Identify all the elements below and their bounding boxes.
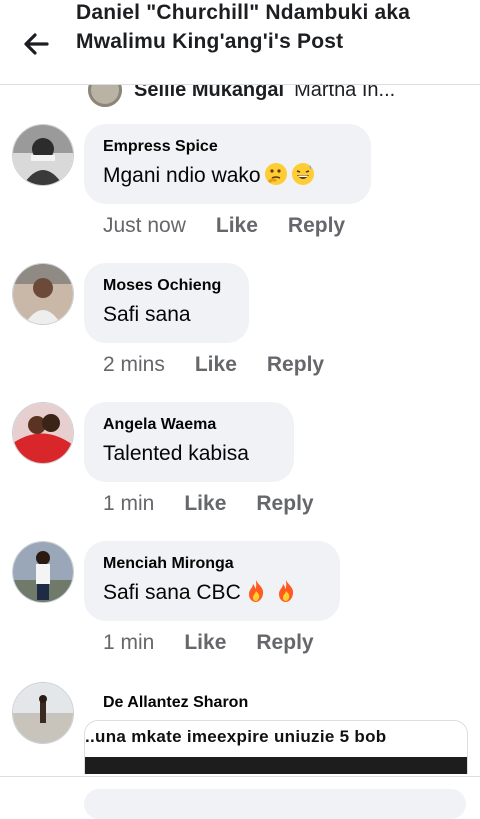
comment-author[interactable]: Angela Waema [103, 414, 274, 436]
avatar [88, 84, 122, 107]
avatar[interactable] [12, 124, 74, 186]
comment-bubble[interactable]: Menciah Mironga Safi sana CBC [84, 541, 340, 621]
reply-button[interactable]: Reply [256, 492, 313, 516]
comment-item: Angela Waema Talented kabisa 1 min Like … [0, 402, 480, 541]
image-caption: ..una mkate imeexpire uniuzie 5 bob [85, 727, 387, 746]
avatar[interactable] [12, 263, 74, 325]
reply-preview-name: Sellie Mukangai [134, 84, 285, 101]
comment-text-body: Safi sana CBC [103, 581, 241, 604]
back-arrow-icon [24, 33, 49, 55]
reply-button[interactable]: Reply [267, 353, 324, 377]
image-photo [85, 757, 467, 774]
like-button[interactable]: Like [195, 353, 237, 377]
comment-text: Talented kabisa [103, 442, 249, 465]
comment-author[interactable]: Menciah Mironga [103, 553, 320, 575]
comment-text: Safi sana CBC [103, 578, 320, 608]
like-button[interactable]: Like [184, 631, 226, 655]
comment-time[interactable]: 1 min [103, 492, 154, 516]
comment-actions: 2 mins Like Reply [103, 353, 324, 377]
comment-time[interactable]: 2 mins [103, 353, 165, 377]
comment-item: Moses Ochieng Safi sana 2 mins Like Repl… [0, 263, 480, 402]
comment-author[interactable]: Empress Spice [103, 136, 351, 158]
comment-bubble[interactable]: Empress Spice Mgani ndio wako [84, 124, 371, 204]
avatar[interactable] [12, 402, 74, 464]
comment-item: Menciah Mironga Safi sana CBC 1 min Like… [0, 541, 480, 680]
fire-emoji [248, 580, 263, 602]
comment-actions: 1 min Like Reply [103, 492, 314, 516]
comment-time[interactable]: 1 min [103, 631, 154, 655]
comment-bubble[interactable]: Angela Waema Talented kabisa [84, 402, 294, 482]
grinning-sweat-emoji [291, 163, 314, 185]
comment-image[interactable]: ..una mkate imeexpire uniuzie 5 bob [84, 720, 468, 774]
comment-text-body: Mgani ndio wako [103, 164, 261, 187]
avatar[interactable] [12, 682, 74, 744]
comment-author[interactable]: De Allantez Sharon [103, 694, 248, 712]
page-title: Daniel "Churchill" Ndambuki aka Mwalimu … [76, 1, 411, 53]
back-button[interactable] [20, 30, 52, 58]
comment-actions: 1 min Like Reply [103, 631, 314, 655]
comment-author[interactable]: Moses Ochieng [103, 275, 229, 297]
fire-emoji [278, 580, 293, 602]
avatar[interactable] [12, 541, 74, 603]
reply-button[interactable]: Reply [256, 631, 313, 655]
comment-text: Mgani ndio wako [103, 161, 351, 191]
comment-actions: Just now Like Reply [103, 214, 345, 238]
reply-button[interactable]: Reply [288, 214, 345, 238]
comment-time[interactable]: Just now [103, 214, 186, 238]
comment-text: Safi sana [103, 303, 191, 326]
reply-preview[interactable]: Sellie Mukangai Martha In... [88, 84, 396, 107]
comment-bubble[interactable]: Moses Ochieng Safi sana [84, 263, 249, 343]
reply-preview-snippet: Martha In... [294, 84, 396, 101]
like-button[interactable]: Like [216, 214, 258, 238]
comment-input[interactable] [84, 789, 466, 819]
comments-list[interactable]: Sellie Mukangai Martha In... Empress Spi… [0, 84, 480, 774]
comment-item: Empress Spice Mgani ndio wako Just now L… [0, 124, 480, 263]
post-header: Daniel "Churchill" Ndambuki aka Mwalimu … [0, 0, 480, 85]
thinking-face-emoji [264, 163, 287, 185]
comment-item: De Allantez Sharon ..una mkate imeexpire… [0, 682, 480, 774]
comment-composer [0, 776, 480, 819]
like-button[interactable]: Like [184, 492, 226, 516]
